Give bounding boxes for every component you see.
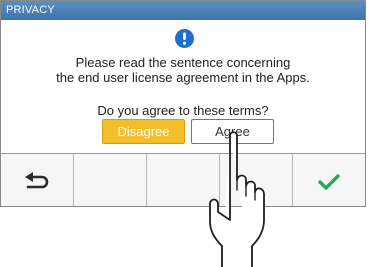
message-line-2: the end user license agreement in the Ap… [56,70,310,85]
back-button[interactable] [1,154,74,206]
privacy-dialog-screen: PRIVACY Please read the sentence concern… [0,0,366,207]
back-arrow-icon [25,171,49,188]
bottom-toolbar [1,153,365,206]
title-bar: PRIVACY [1,1,365,20]
checkmark-icon [318,173,340,190]
message-line-1: Please read the sentence concerning [75,55,291,70]
disagree-button[interactable]: Disagree [102,119,185,144]
agree-question: Do you agree to these terms? [97,103,269,118]
confirm-button[interactable] [293,154,365,206]
toolbar-slot-2 [74,154,147,206]
license-message: Please read the sentence concerning the … [1,55,365,85]
info-icon [175,29,194,48]
pointing-hand-illustration [209,131,265,267]
